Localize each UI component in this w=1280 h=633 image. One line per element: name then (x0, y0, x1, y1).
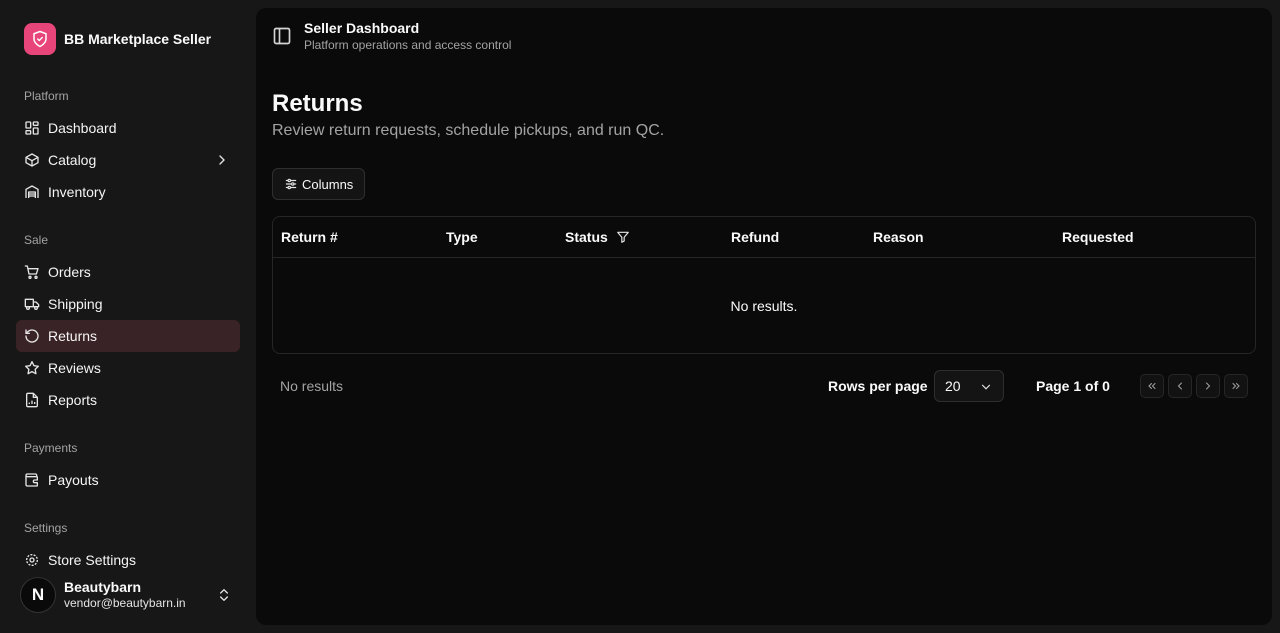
sidebar-item-label: Shipping (48, 296, 103, 312)
sidebar-item-label: Inventory (48, 184, 106, 200)
brand[interactable]: BB Marketplace Seller (24, 23, 211, 55)
returns-table: Return # Type Status Refund Reason Reque… (272, 216, 1256, 354)
chevrons-up-down-icon[interactable] (216, 587, 232, 603)
column-label: Type (446, 229, 478, 245)
chevrons-left-icon (1148, 383, 1156, 389)
main-content: Seller Dashboard Platform operations and… (256, 8, 1272, 625)
column-header-return-number[interactable]: Return # (281, 229, 338, 245)
column-label: Reason (873, 229, 924, 245)
sidebar-item-reports[interactable]: Reports (16, 384, 240, 416)
empty-state: No results. (730, 298, 798, 314)
last-page-button[interactable] (1224, 374, 1248, 398)
sidebar-item-label: Dashboard (48, 120, 117, 136)
sliders-icon (284, 177, 298, 191)
sidebar-item-label: Payouts (48, 472, 99, 488)
columns-button[interactable]: Columns (272, 168, 365, 200)
user-menu[interactable]: N Beautybarn vendor@beautybarn.in (20, 577, 240, 613)
page-subtitle: Review return requests, schedule pickups… (272, 122, 665, 139)
sidebar: BB Marketplace Seller Platform Dashboard… (0, 0, 256, 633)
panel-left-icon[interactable] (272, 26, 292, 46)
topbar: Seller Dashboard Platform operations and… (272, 20, 511, 54)
sidebar-item-payouts[interactable]: Payouts (16, 464, 240, 496)
sidebar-nav: Platform Dashboard Catalog Inventory Sal… (16, 80, 240, 568)
chevron-left-icon (1177, 382, 1182, 390)
sidebar-item-label: Reviews (48, 360, 101, 376)
column-header-reason[interactable]: Reason (873, 229, 924, 245)
rotate-ccw-icon (24, 328, 40, 344)
sidebar-item-dashboard[interactable]: Dashboard (16, 112, 240, 144)
sidebar-item-label: Returns (48, 328, 98, 344)
sidebar-item-catalog[interactable]: Catalog (16, 144, 240, 176)
warehouse-icon (24, 184, 40, 200)
sidebar-item-label: Reports (48, 392, 98, 408)
sidebar-item-shipping[interactable]: Shipping (16, 288, 240, 320)
page-title: Returns (272, 90, 363, 117)
first-page-button[interactable] (1140, 374, 1164, 398)
table-header: Return # Type Status Refund Reason Reque… (273, 217, 1255, 258)
filter-icon[interactable] (616, 230, 630, 244)
column-header-requested[interactable]: Requested (1062, 229, 1134, 245)
page-info: Page 1 of 0 (1036, 378, 1110, 394)
file-chart-icon (24, 392, 40, 408)
sidebar-item-reviews[interactable]: Reviews (16, 352, 240, 384)
brand-name: BB Marketplace Seller (64, 31, 212, 47)
group-label-settings: Settings (24, 521, 68, 535)
header-title: Seller Dashboard (304, 20, 420, 36)
avatar: N (20, 577, 56, 613)
column-header-refund[interactable]: Refund (731, 229, 779, 245)
group-label-payments: Payments (24, 441, 78, 455)
column-label: Refund (731, 229, 780, 245)
layout-dashboard-icon (24, 120, 40, 136)
pagination (1140, 374, 1248, 398)
group-label-platform: Platform (24, 89, 69, 103)
rows-per-page-select[interactable]: 20 (934, 370, 1004, 402)
group-label-sale: Sale (24, 233, 49, 247)
sidebar-item-label: Orders (48, 264, 91, 280)
settings-icon (24, 552, 40, 568)
column-label: Status (565, 229, 608, 245)
shield-logo-icon (24, 23, 56, 55)
column-header-type[interactable]: Type (446, 229, 478, 245)
results-summary: No results (280, 378, 344, 394)
rows-per-page-label: Rows per page (828, 378, 928, 394)
chevron-down-icon (979, 380, 993, 394)
wallet-icon (24, 472, 40, 488)
user-email: vendor@beautybarn.in (64, 596, 186, 611)
sidebar-item-returns[interactable]: Returns (16, 320, 240, 352)
sidebar-item-inventory[interactable]: Inventory (16, 176, 240, 208)
package-icon (24, 152, 40, 168)
shopping-cart-icon (24, 264, 40, 280)
previous-page-button[interactable] (1168, 374, 1192, 398)
header-subtitle: Platform operations and access control (304, 38, 512, 52)
sidebar-item-label: Catalog (48, 152, 97, 168)
column-header-status[interactable]: Status (565, 229, 630, 245)
star-icon (24, 360, 40, 376)
sidebar-item-store-settings[interactable]: Store Settings (16, 544, 240, 568)
rows-per-page-value: 20 (945, 378, 961, 394)
truck-icon (24, 296, 40, 312)
chevron-right-icon (1206, 382, 1211, 390)
column-label: Return # (281, 229, 338, 245)
column-label: Requested (1062, 229, 1134, 245)
next-page-button[interactable] (1196, 374, 1220, 398)
columns-button-label: Columns (302, 176, 354, 192)
table-footer: No results Rows per page 20 Page 1 of 0 (272, 370, 1256, 402)
sidebar-item-orders[interactable]: Orders (16, 256, 240, 288)
sidebar-item-label: Store Settings (48, 552, 136, 568)
chevrons-right-icon (1232, 383, 1240, 389)
chevron-right-icon[interactable] (214, 152, 230, 168)
user-name: Beautybarn (64, 578, 142, 595)
